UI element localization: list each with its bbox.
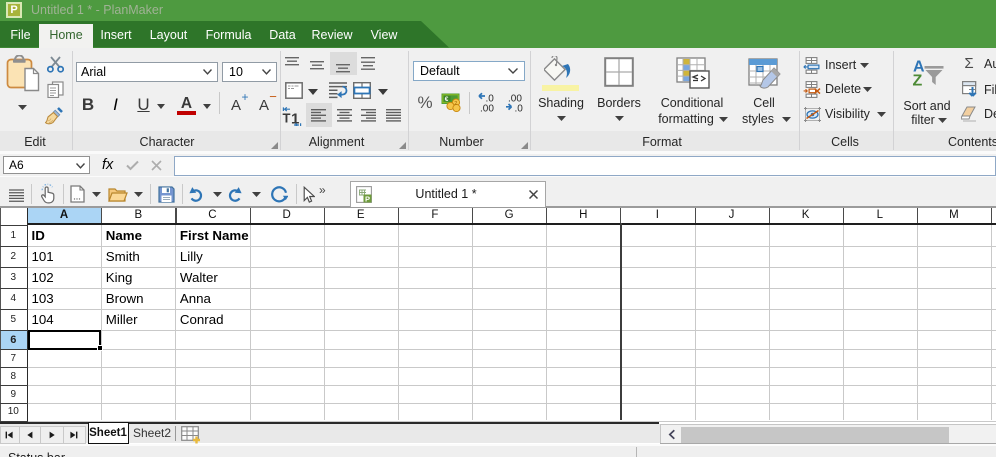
- svg-text:.0: .0: [515, 104, 524, 114]
- svg-text:2: 2: [454, 101, 457, 107]
- svg-text:Z: Z: [913, 73, 923, 90]
- svg-text:T: T: [282, 111, 290, 126]
- svg-text:€: €: [445, 96, 449, 103]
- svg-text:.00: .00: [480, 104, 494, 114]
- svg-text:P: P: [365, 194, 370, 203]
